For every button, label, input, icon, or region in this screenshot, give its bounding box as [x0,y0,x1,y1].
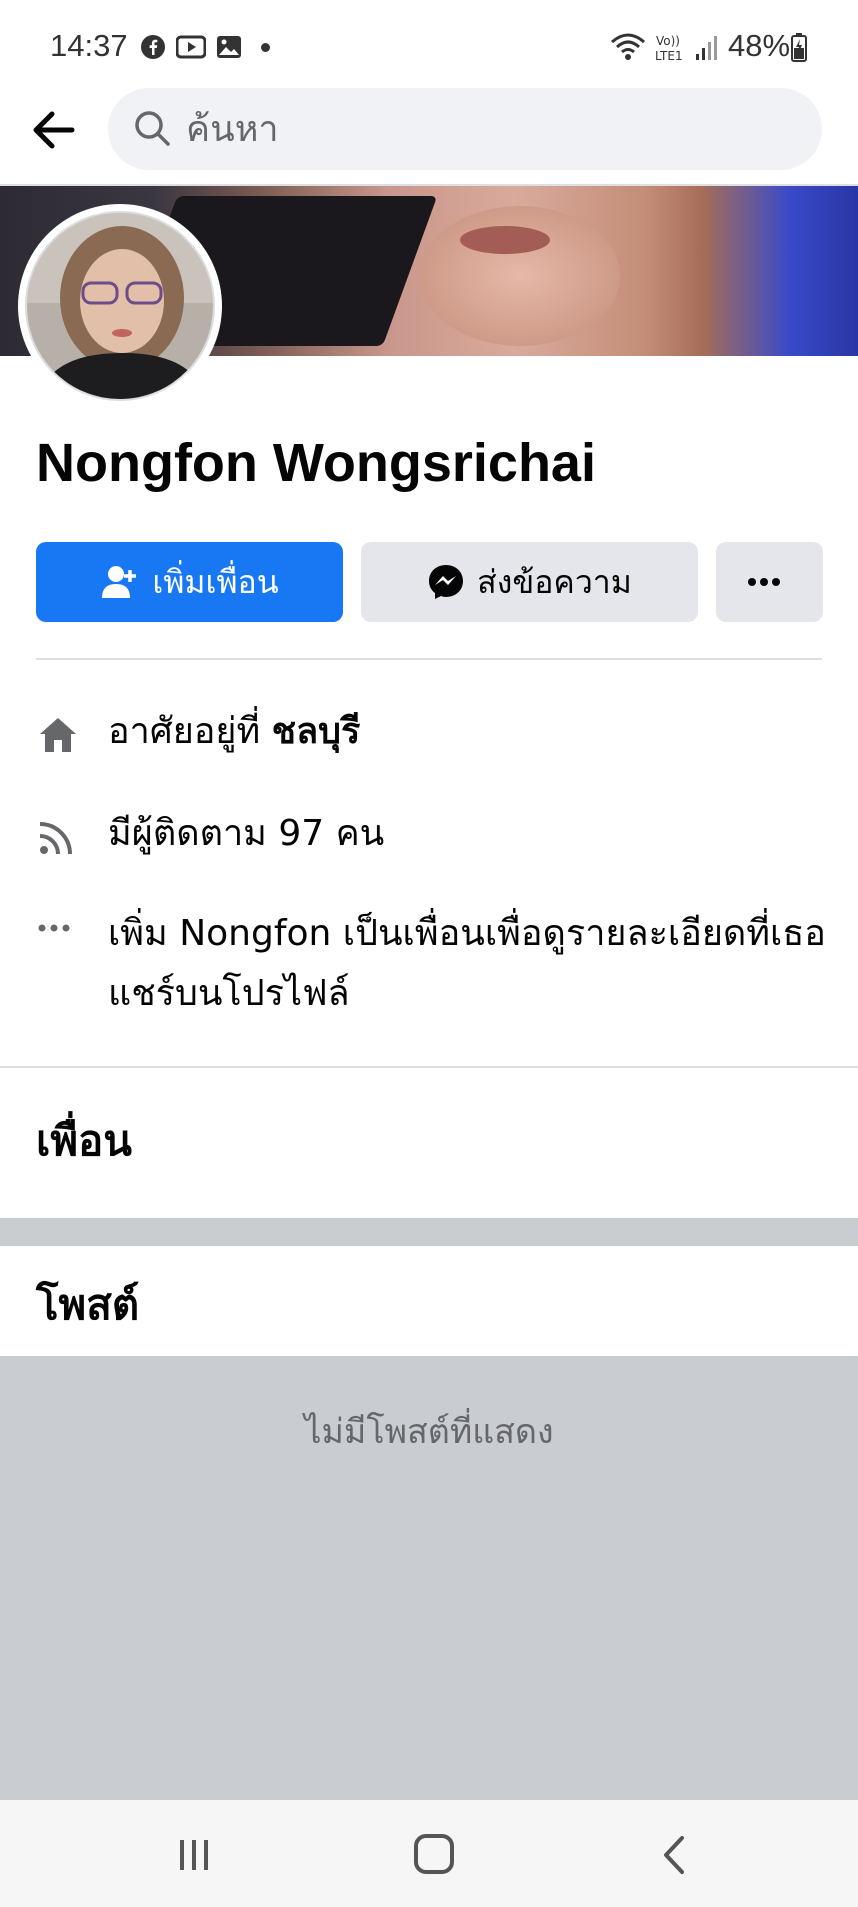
followers-rss-icon [39,822,72,855]
section-gap [0,1218,858,1246]
no-posts-message: ไม่มีโพสต์ที่แสดง [304,1412,554,1452]
friends-section-title: เพื่อน [36,1116,132,1165]
more-options-button[interactable] [716,542,823,622]
section-divider [0,1066,858,1068]
search-icon [135,111,170,146]
intro-lives-in: อาศัยอยู่ที่ ชลบุรี [36,702,836,762]
battery-icon [791,33,807,62]
gallery-icon [217,36,241,58]
more-dots-icon [747,578,780,586]
status-time: 14:37 [50,28,128,63]
posts-section-title: โพสต์ [36,1280,140,1329]
followers-count: มีผู้ติดตาม 97 คน [108,813,385,854]
message-button[interactable]: ส่งข้อความ [361,542,698,622]
lte-signal-icon: Vo)) LTE1 [655,34,717,63]
status-bar: 14:37 Vo)) LTE1 48% [0,0,858,90]
search-header [0,86,858,186]
recent-apps-icon[interactable] [164,1830,224,1880]
wifi-icon [611,33,645,60]
profile-avatar-frame[interactable] [18,204,222,408]
add-friend-label: เพิ่มเพื่อน [152,562,279,601]
add-friend-note-text: เพิ่ม Nongfon เป็นเพื่อนเพื่อดูรายละเอีย… [108,913,826,1014]
facebook-icon [141,35,165,59]
system-nav-bar [0,1800,858,1907]
more-dots-icon [38,924,70,932]
message-label: ส่งข้อความ [477,562,632,601]
intro-add-friend-note: เพิ่ม Nongfon เป็นเพื่อนเพื่อดูรายละเอีย… [36,904,836,1024]
youtube-icon [176,35,206,59]
back-arrow-icon[interactable] [28,104,80,156]
lives-in-prefix: อาศัยอยู่ที่ [108,711,272,752]
add-person-icon [102,566,137,598]
intro-lives-in-text: อาศัยอยู่ที่ ชลบุรี [108,702,858,762]
profile-name: Nongfon Wongsrichai [36,433,596,493]
avatar[interactable] [25,211,215,401]
battery-percent: 48% [728,28,791,63]
cover-lips [460,226,550,254]
intro-followers: มีผู้ติดตาม 97 คน [36,804,836,864]
messenger-icon [429,565,464,599]
avatar-photo [27,213,213,399]
lives-in-place[interactable]: ชลบุรี [272,711,361,752]
notification-dot [261,43,270,52]
svg-text:Vo)): Vo)) [656,34,680,48]
home-icon [40,718,76,752]
search-bar[interactable] [108,88,822,170]
back-nav-icon[interactable] [644,1830,704,1880]
divider [36,658,822,660]
add-friend-button[interactable]: เพิ่มเพื่อน [36,542,343,622]
svg-text:LTE1: LTE1 [655,49,683,63]
search-input[interactable] [186,88,786,170]
home-button-icon[interactable] [404,1830,464,1880]
